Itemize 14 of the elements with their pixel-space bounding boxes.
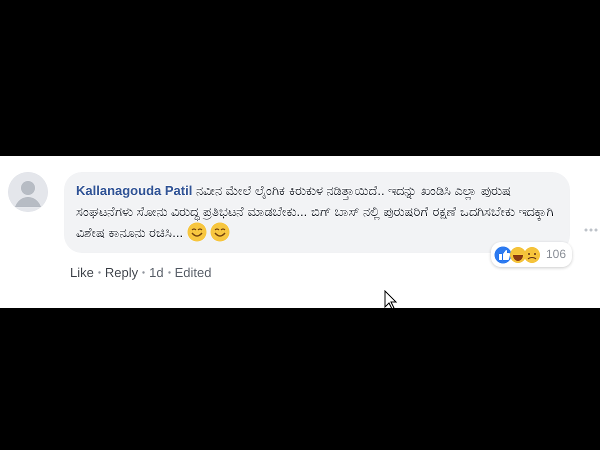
action-link[interactable]: Like [70, 263, 94, 282]
smiley-icon [186, 222, 207, 242]
separator-dot-icon [98, 271, 101, 274]
separator-dot-icon [168, 271, 171, 274]
more-options-icon[interactable] [584, 228, 598, 232]
comment-meta: Edited [174, 264, 212, 282]
comment-meta: 1d [149, 264, 164, 282]
comment-text: Kallanagouda Patil ನವೀನ ಮೇಲೆ ಲೈಂಗಿಕ ಕಿರುಕುಳ ನಡಿತ್ತಾಯಿದೆ.. ಇದನ್ನು ಖಂಡಿಸಿ ಎಲ್ಲಾ ಪುರುಷ ಸಂಘಟನೆಗಳು ಸೋನು ವಿರುದ್ಧ ಪ್ರತಿಭಟನೆ ಮಾಡಬೇಕು... ಬಿಗ್ ಬಾಸ್ ನಲ್ಲಿ ಪುರುಷರಿಗೆ ರಕ್ಷಣೆ ಒದಗಿಸಬೇಕು ಇದಕ್ಕಾಗಿ ವಿಶೇಷ ಕಾನೂನು ರಚಿಸಿ... [76, 182, 555, 243]
reactions-icon [494, 246, 542, 264]
separator-dot-icon [142, 271, 146, 274]
action-link[interactable]: Reply [104, 263, 138, 282]
smiley-icon [210, 222, 230, 242]
reaction-count: 106 [546, 246, 566, 263]
author-name[interactable]: Kallanagouda Patil [76, 183, 192, 198]
